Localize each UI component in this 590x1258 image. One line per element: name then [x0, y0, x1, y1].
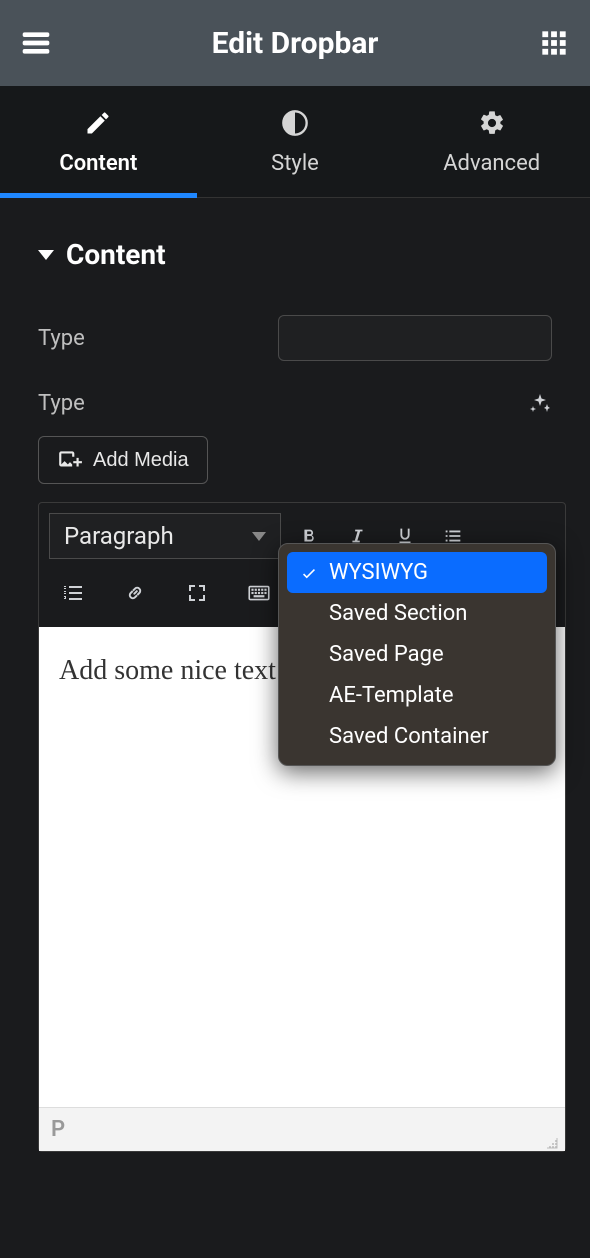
type-select[interactable] — [278, 315, 552, 361]
add-media-button[interactable]: Add Media — [38, 436, 208, 484]
dropdown-option-wysiwyg[interactable]: WYSIWYG — [287, 552, 547, 593]
editor-statusbar: P — [39, 1107, 565, 1151]
dropdown-option-saved-page[interactable]: Saved Page — [287, 634, 547, 675]
type-dropdown: WYSIWYG Saved Section Saved Page AE-Temp… — [278, 543, 556, 766]
apps-grid-icon[interactable] — [536, 25, 572, 61]
pencil-icon — [82, 107, 114, 139]
field-type-2: Type — [38, 391, 552, 416]
panel-header: Edit Dropbar — [0, 0, 590, 86]
fullscreen-button[interactable] — [177, 573, 217, 613]
check-icon — [299, 564, 319, 582]
contrast-icon — [279, 107, 311, 139]
caret-down-icon — [38, 250, 54, 260]
hamburger-menu-icon[interactable] — [18, 25, 54, 61]
format-select-value: Paragraph — [64, 522, 174, 550]
format-select[interactable]: Paragraph — [49, 513, 281, 559]
field-label: Type — [38, 391, 278, 416]
add-media-label: Add Media — [93, 449, 189, 472]
section-toggle-content[interactable]: Content — [38, 238, 552, 271]
content-panel: Content Type Type Add Media Paragraph — [0, 198, 590, 1258]
tab-label: Style — [271, 151, 319, 176]
section-title: Content — [66, 238, 166, 271]
numbered-list-button[interactable] — [53, 573, 93, 613]
dropdown-option-ae-template[interactable]: AE-Template — [287, 675, 547, 716]
tab-advanced[interactable]: Advanced — [393, 86, 590, 197]
field-label: Type — [38, 326, 278, 351]
keyboard-button[interactable] — [239, 573, 279, 613]
editor-status-path: P — [51, 1117, 65, 1142]
chevron-down-icon — [252, 532, 266, 541]
tab-content[interactable]: Content — [0, 86, 197, 197]
page-title: Edit Dropbar — [212, 26, 379, 61]
gear-icon — [476, 107, 508, 139]
dropdown-option-saved-section[interactable]: Saved Section — [287, 593, 547, 634]
media-icon — [57, 447, 83, 473]
dropdown-option-label: AE-Template — [329, 683, 454, 708]
field-type-1: Type — [38, 315, 552, 361]
link-button[interactable] — [115, 573, 155, 613]
dropdown-option-label: Saved Container — [329, 724, 489, 749]
dropdown-option-label: Saved Page — [329, 642, 444, 667]
tab-style[interactable]: Style — [197, 86, 394, 197]
sparkle-icon[interactable] — [528, 392, 552, 416]
dropdown-option-label: WYSIWYG — [329, 560, 428, 585]
dropdown-option-label: Saved Section — [329, 601, 467, 626]
resize-handle-icon[interactable] — [543, 1131, 559, 1147]
tab-label: Content — [59, 151, 137, 176]
dropdown-option-saved-container[interactable]: Saved Container — [287, 716, 547, 757]
tab-label: Advanced — [443, 151, 540, 176]
tabs-nav: Content Style Advanced — [0, 86, 590, 198]
